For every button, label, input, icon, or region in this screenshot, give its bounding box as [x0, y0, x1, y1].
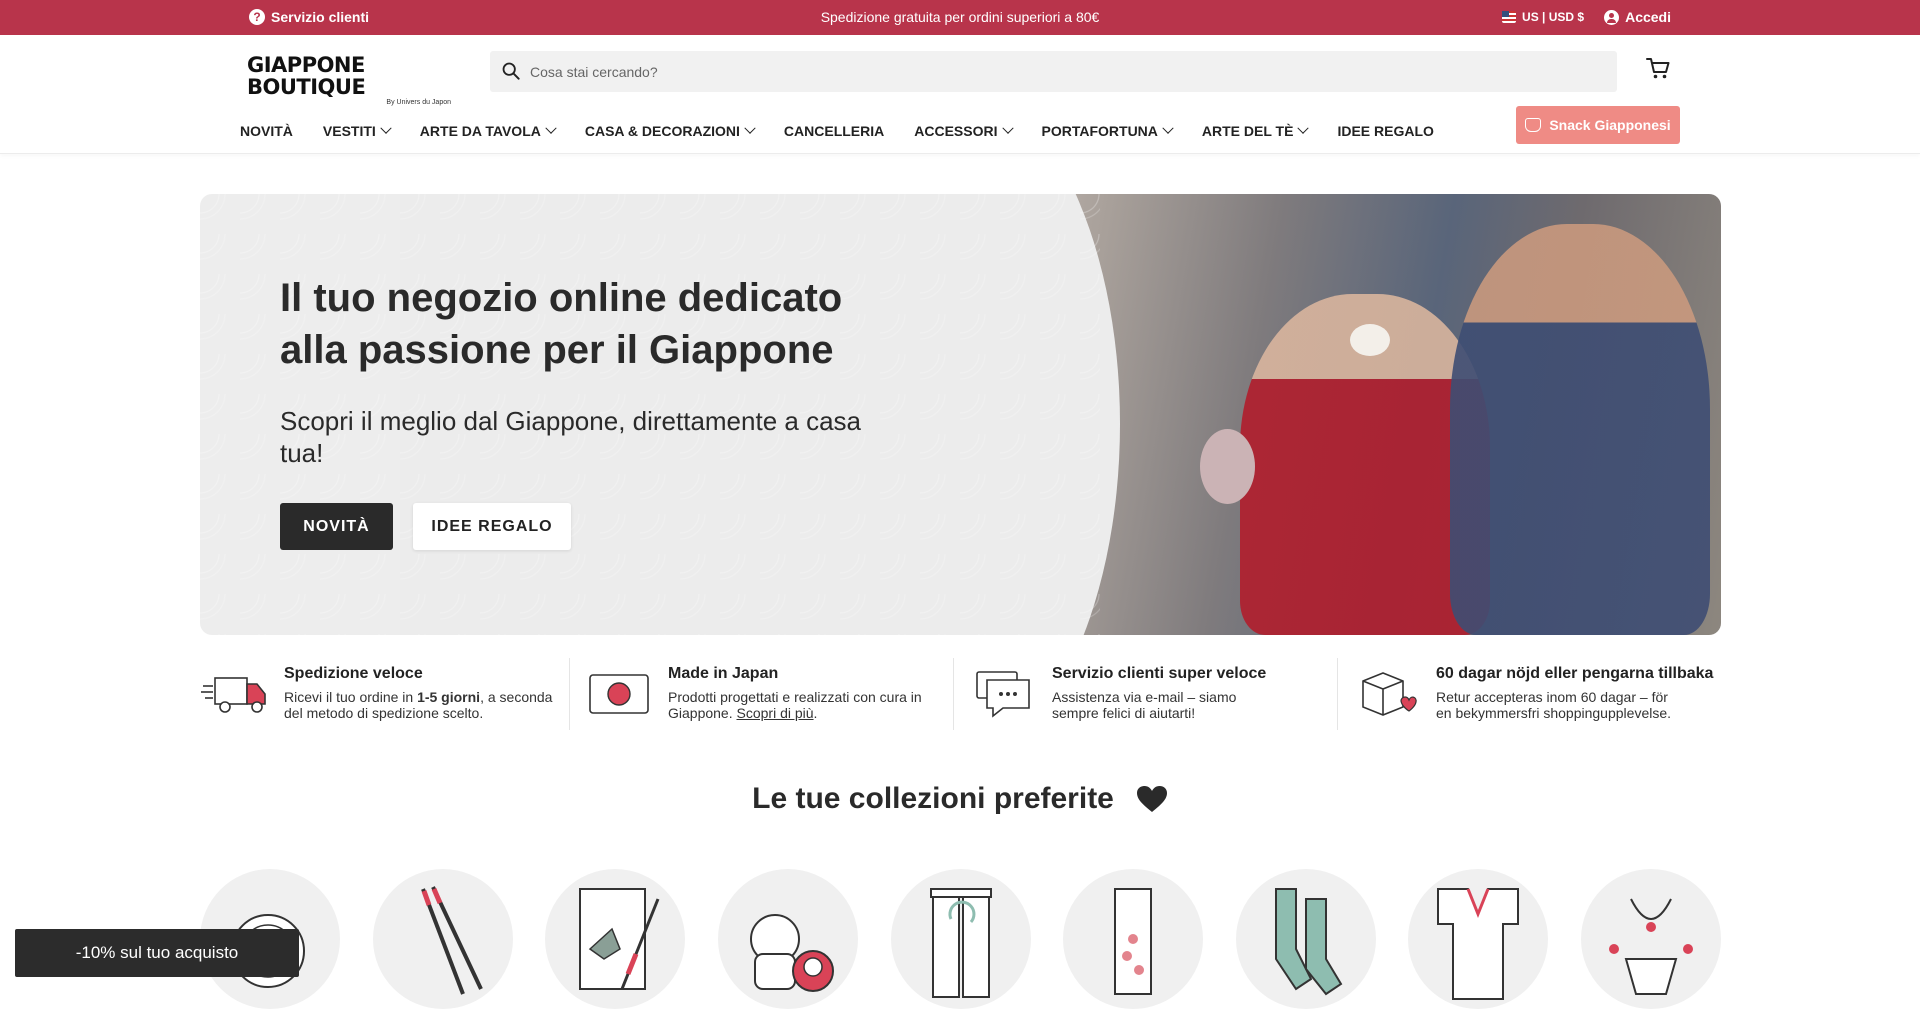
user-icon	[1604, 9, 1620, 25]
hero-subtitle: Scopri il meglio dal Giappone, direttame…	[280, 406, 861, 468]
snack-button[interactable]: Snack Giapponesi	[1516, 106, 1680, 144]
feature-description: Retur accepteras inom 60 dagar – för en …	[1436, 689, 1672, 721]
nav-item-accessori[interactable]: ACCESSORI	[914, 119, 1014, 143]
chevron-down-icon	[1162, 122, 1174, 134]
heart-icon	[1136, 786, 1167, 812]
logo-text: GIAPPONE BOUTIQUE	[247, 53, 366, 99]
feature-description: Assistenza via e-mail – siamo sempre fel…	[1052, 689, 1237, 721]
nav-item-label: ARTE DEL TÈ	[1201, 123, 1294, 139]
feature-title: Made in Japan	[668, 665, 779, 682]
japan-flag-icon	[584, 668, 654, 720]
feature-money-back: 60 dagar nöjd eller pengarna tillbaka Re…	[1337, 658, 1721, 730]
chevron-down-icon	[545, 122, 557, 134]
nav-item-label: PORTAFORTUNA	[1041, 123, 1158, 139]
nav-item-idee-regalo[interactable]: IDEE REGALO	[1337, 119, 1433, 143]
collections-title-text: Le tue collezioni preferite	[752, 782, 1114, 815]
hero-title: Il tuo negozio online dedicato alla pass…	[280, 276, 843, 372]
features-strip: Spedizione veloce Ricevi il tuo ordine i…	[200, 658, 1721, 730]
collection-noren[interactable]	[890, 869, 1031, 1009]
tabi-socks-icon	[1274, 888, 1343, 996]
maneki-neko-daruma-icon	[749, 914, 834, 992]
snack-button-label: Snack Giapponesi	[1549, 117, 1671, 133]
nav-item-portafortuna[interactable]: PORTAFORTUNA	[1041, 119, 1174, 143]
tenugui-towel-icon	[1114, 888, 1153, 995]
snack-bag-icon	[1525, 118, 1542, 132]
locale-selector[interactable]: US | USD $	[1502, 10, 1584, 24]
hero-hair-flower	[1350, 324, 1390, 356]
delivery-truck-icon	[200, 668, 270, 720]
return-box-icon	[1352, 668, 1422, 720]
site-logo[interactable]: GIAPPONE BOUTIQUE By Univers du Japon	[247, 54, 453, 106]
nav-item-casa-decorazioni[interactable]: CASA & DECORAZIONI	[584, 119, 756, 143]
nav-item-label: NOVITÀ	[240, 123, 293, 139]
search-icon[interactable]	[502, 62, 520, 80]
search-input[interactable]	[530, 51, 1590, 92]
nav-item-novità[interactable]: NOVITÀ	[240, 119, 293, 143]
chopsticks-icon	[420, 886, 483, 995]
hero-gift-button[interactable]: IDEE REGALO	[413, 503, 571, 550]
discount-popup-button[interactable]: -10% sul tuo acquisto	[15, 929, 299, 977]
chevron-down-icon	[744, 122, 756, 134]
origami-stationery-icon	[579, 888, 660, 990]
feature-customer-service: Servizio clienti super veloce Assistenza…	[953, 658, 1337, 730]
feature-description: Ricevi il tuo ordine in 1-5 giorni, a se…	[284, 689, 553, 721]
collection-tabi-socks[interactable]	[1235, 869, 1376, 1009]
collections-title: Le tue collezioni preferite	[0, 782, 1920, 816]
chevron-down-icon	[380, 122, 392, 134]
feature-made-in-japan: Made in Japan Prodotti progettati e real…	[569, 658, 953, 730]
chevron-down-icon	[1297, 122, 1310, 134]
site-header: GIAPPONE BOUTIQUE By Univers du Japon NO…	[0, 35, 1920, 154]
hero-banner: Il tuo negozio online dedicato alla pass…	[200, 194, 1721, 635]
kimono-icon	[1437, 888, 1520, 1000]
collection-tenugui[interactable]	[1063, 869, 1204, 1009]
login-link[interactable]: Accedi	[1604, 9, 1671, 25]
nav-item-label: VESTITI	[322, 123, 376, 139]
nav-item-arte-del-tè[interactable]: ARTE DEL TÈ	[1201, 119, 1310, 143]
feature-title: 60 dagar nöjd eller pengarna tillbaka	[1436, 665, 1714, 682]
logo-subtext: By Univers du Japon	[386, 99, 451, 106]
feature-title: Servizio clienti super veloce	[1052, 665, 1267, 682]
feature-title: Spedizione veloce	[284, 665, 423, 682]
jewelry-icon	[1609, 898, 1693, 995]
hero-fan	[1200, 429, 1255, 504]
announcement-bar: ? Servizio clienti Spedizione gratuita p…	[0, 0, 1920, 35]
collection-kimono[interactable]	[1408, 869, 1549, 1009]
hero-man-yukata	[1450, 224, 1710, 635]
nav-item-arte-da-tavola[interactable]: ARTE DA TAVOLA	[419, 119, 557, 143]
nav-item-label: CANCELLERIA	[783, 123, 885, 139]
nav-item-label: CASA & DECORAZIONI	[584, 123, 740, 139]
nav-item-cancelleria[interactable]: CANCELLERIA	[784, 119, 884, 143]
search-bar	[490, 51, 1617, 92]
discover-more-link[interactable]: Scopri di più	[737, 705, 814, 721]
feature-shipping: Spedizione veloce Ricevi il tuo ordine i…	[200, 658, 569, 730]
collection-chopsticks[interactable]	[372, 869, 513, 1009]
main-navigation: NOVITÀ VESTITI ARTE DA TAVOLA CASA & DECORA…	[240, 115, 1464, 147]
nav-item-label: IDEE REGALO	[1337, 123, 1434, 139]
chevron-down-icon	[1001, 122, 1014, 134]
hero-new-button[interactable]: NOVITÀ	[280, 503, 393, 550]
noren-curtain-icon	[929, 888, 992, 998]
chat-bubbles-icon	[968, 668, 1038, 720]
nav-item-vestiti[interactable]: VESTITI	[322, 119, 392, 143]
locale-label: US | USD $	[1522, 10, 1585, 24]
collection-lucky-charms[interactable]	[717, 869, 858, 1009]
login-label: Accedi	[1625, 9, 1671, 25]
collections-row	[200, 869, 1721, 1009]
feature-description: Prodotti progettati e realizzati con cur…	[668, 689, 922, 721]
cart-icon[interactable]	[1645, 55, 1671, 81]
collection-jewelry[interactable]	[1581, 869, 1721, 1009]
nav-item-label: ACCESSORI	[914, 123, 998, 139]
us-flag-icon	[1502, 11, 1517, 23]
collection-stationery[interactable]	[545, 869, 686, 1009]
nav-item-label: ARTE DA TAVOLA	[419, 123, 541, 139]
